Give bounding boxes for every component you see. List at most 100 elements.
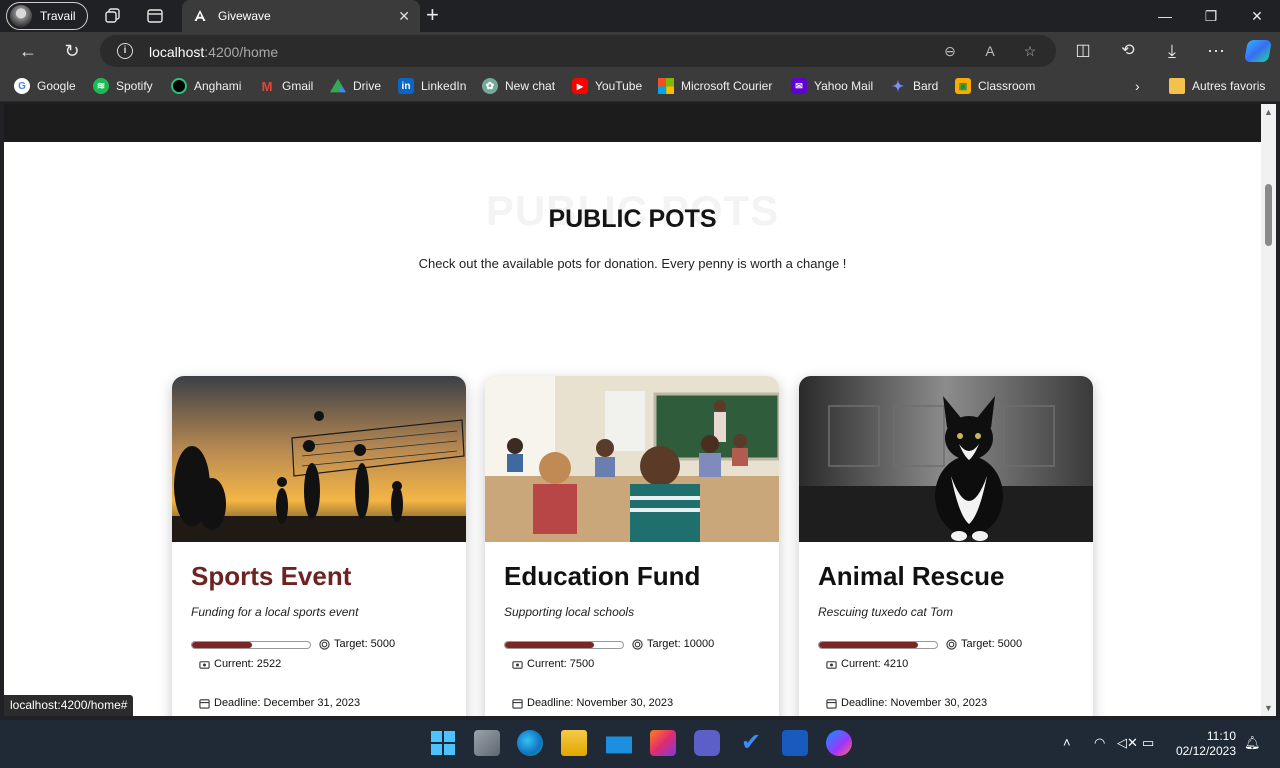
progress-bar — [191, 641, 311, 649]
card-target: Target: 5000 — [319, 638, 395, 650]
target-icon — [946, 638, 957, 650]
progress-fill — [819, 642, 919, 648]
drive-icon — [330, 78, 346, 93]
bookmark-yahoo-mail[interactable]: ✉ Yahoo Mail — [791, 78, 873, 94]
system-clock[interactable]: 11:10 02/12/2023 — [1176, 729, 1236, 759]
zoom-icon[interactable]: ⊖ — [942, 43, 958, 59]
page-navbar — [4, 104, 1261, 142]
scroll-up-icon[interactable]: ▲ — [1263, 107, 1274, 117]
chevron-up-icon[interactable]: ˄ — [1063, 735, 1071, 750]
bookmark-spotify[interactable]: ≋ Spotify — [93, 78, 153, 94]
bard-icon: ✦ — [892, 77, 904, 94]
card-title[interactable]: Education Fund — [504, 561, 700, 592]
card-title[interactable]: Sports Event — [191, 561, 351, 592]
mail-icon[interactable] — [606, 736, 632, 754]
card-deadline: Deadline: November 30, 2023 — [512, 697, 673, 709]
volleyball-sunset-image — [172, 376, 466, 542]
bookmark-classroom[interactable]: ▣ Classroom — [955, 78, 1035, 94]
window-controls: — ❐ ✕ — [1142, 0, 1280, 32]
refresh-icon[interactable]: ↻ — [61, 40, 83, 62]
volume-muted-icon[interactable]: ◁✕ — [1117, 735, 1138, 751]
card-target: Target: 10000 — [632, 638, 714, 650]
tab-actions-icon[interactable] — [146, 7, 164, 25]
workspaces-icon[interactable] — [104, 7, 122, 25]
card-title[interactable]: Animal Rescue — [818, 561, 1004, 592]
money-icon — [826, 660, 837, 669]
calendar-icon — [512, 698, 523, 709]
clock-date: 02/12/2023 — [1175, 744, 1236, 758]
notifications-bell-icon[interactable]: 🔔︎ — [1244, 735, 1261, 751]
gmail-icon: M — [261, 78, 273, 94]
yahoo-icon: ✉ — [791, 78, 807, 94]
bookmark-gmail[interactable]: M Gmail — [259, 78, 314, 94]
other-favorites-folder[interactable]: Autres favoris — [1169, 78, 1265, 94]
close-window-icon[interactable]: ✕ — [1234, 0, 1280, 32]
file-explorer-icon[interactable] — [561, 730, 587, 756]
split-screen-icon[interactable]: ◫ — [1072, 40, 1094, 62]
edge-icon[interactable] — [517, 730, 543, 756]
battery-icon[interactable]: ▭ — [1142, 735, 1154, 751]
bookmark-microsoft-courier[interactable]: Microsoft Courier — [658, 78, 772, 94]
youtube-icon: ▶ — [572, 78, 588, 94]
todo-icon[interactable]: ✔ — [738, 730, 764, 756]
site-info-icon[interactable]: i — [117, 43, 133, 59]
card-current: Current: 4210 — [826, 658, 908, 670]
card-current: Current: 7500 — [512, 658, 594, 670]
section-subtitle: Check out the available pots for donatio… — [418, 256, 847, 271]
teams-icon[interactable] — [694, 730, 720, 756]
pot-card-education-fund[interactable]: Education Fund Supporting local schools … — [485, 376, 779, 716]
bookmark-google[interactable]: G Google — [14, 78, 76, 94]
bookmark-bard[interactable]: ✦ Bard — [890, 78, 938, 94]
read-aloud-icon[interactable]: A — [982, 43, 998, 59]
card-deadline: Deadline: December 31, 2023 — [199, 697, 360, 709]
progress-fill — [505, 642, 594, 648]
page-viewport: PUBLIC POTS PUBLIC POTS Check out the av… — [4, 104, 1261, 716]
scroll-down-icon[interactable]: ▼ — [1263, 703, 1274, 713]
word-icon[interactable] — [782, 730, 808, 756]
pot-card-animal-rescue[interactable]: Animal Rescue Rescuing tuxedo cat Tom Ta… — [799, 376, 1093, 716]
profile-button[interactable]: Travail — [6, 2, 88, 30]
chevron-right-icon[interactable]: › — [1135, 78, 1140, 94]
tab-title: Givewave — [218, 9, 271, 23]
new-tab-icon[interactable]: + — [426, 4, 439, 26]
back-icon[interactable]: ← — [17, 40, 39, 62]
bookmark-new-chat[interactable]: ✿ New chat — [482, 78, 555, 94]
folder-icon — [1169, 78, 1185, 94]
intellij-icon[interactable] — [650, 730, 676, 756]
title-bar: Travail Givewave ✕ + — ❐ ✕ — [0, 0, 1280, 32]
bookmark-anghami[interactable]: Anghami — [171, 78, 241, 94]
windows-start-icon[interactable] — [430, 730, 456, 756]
page-scrollbar[interactable]: ▲ ▼ — [1261, 104, 1276, 716]
card-deadline: Deadline: November 30, 2023 — [826, 697, 987, 709]
close-tab-icon[interactable]: ✕ — [398, 8, 410, 25]
clock-time: 11:10 — [1206, 729, 1236, 743]
status-link-preview: localhost:4200/home# — [4, 695, 134, 716]
pot-card-sports-event[interactable]: Sports Event Funding for a local sports … — [172, 376, 466, 716]
url-text[interactable]: localhost:4200/home — [149, 44, 278, 60]
messenger-icon[interactable] — [826, 730, 852, 756]
linkedin-icon: in — [398, 78, 414, 94]
bookmark-youtube[interactable]: ▶ YouTube — [572, 78, 642, 94]
bookmarks-bar: G Google ≋ Spotify Anghami M Gmail Drive in… — [0, 70, 1280, 102]
downloads-icon[interactable]: ⤓ — [1161, 40, 1183, 62]
scrollbar-thumb[interactable] — [1265, 184, 1272, 246]
task-view-icon[interactable] — [474, 730, 500, 756]
favorite-star-icon[interactable]: ☆ — [1022, 43, 1038, 59]
tab-givewave[interactable]: Givewave ✕ — [182, 0, 420, 32]
profile-name: Travail — [40, 9, 76, 23]
restore-icon[interactable]: ❐ — [1188, 0, 1234, 32]
minimize-icon[interactable]: — — [1142, 0, 1188, 32]
address-bar[interactable]: i localhost:4200/home ⊖ A ☆ — [100, 35, 1056, 67]
card-description: Supporting local schools — [504, 605, 635, 619]
calendar-icon — [199, 698, 210, 709]
navigation-bar: ← ↻ i localhost:4200/home ⊖ A ☆ ◫ ⟲ ⤓ ⋯ — [0, 32, 1280, 70]
copilot-icon[interactable] — [1244, 40, 1272, 62]
bookmark-drive[interactable]: Drive — [330, 78, 381, 94]
bookmark-linkedin[interactable]: in LinkedIn — [398, 78, 466, 94]
history-icon[interactable]: ⟲ — [1117, 40, 1139, 62]
more-menu-icon[interactable]: ⋯ — [1205, 40, 1227, 62]
card-description: Rescuing tuxedo cat Tom — [818, 605, 953, 619]
card-target: Target: 5000 — [946, 638, 1022, 650]
wifi-icon[interactable]: ◠ — [1094, 735, 1105, 751]
section-title: PUBLIC POTS — [548, 205, 717, 233]
